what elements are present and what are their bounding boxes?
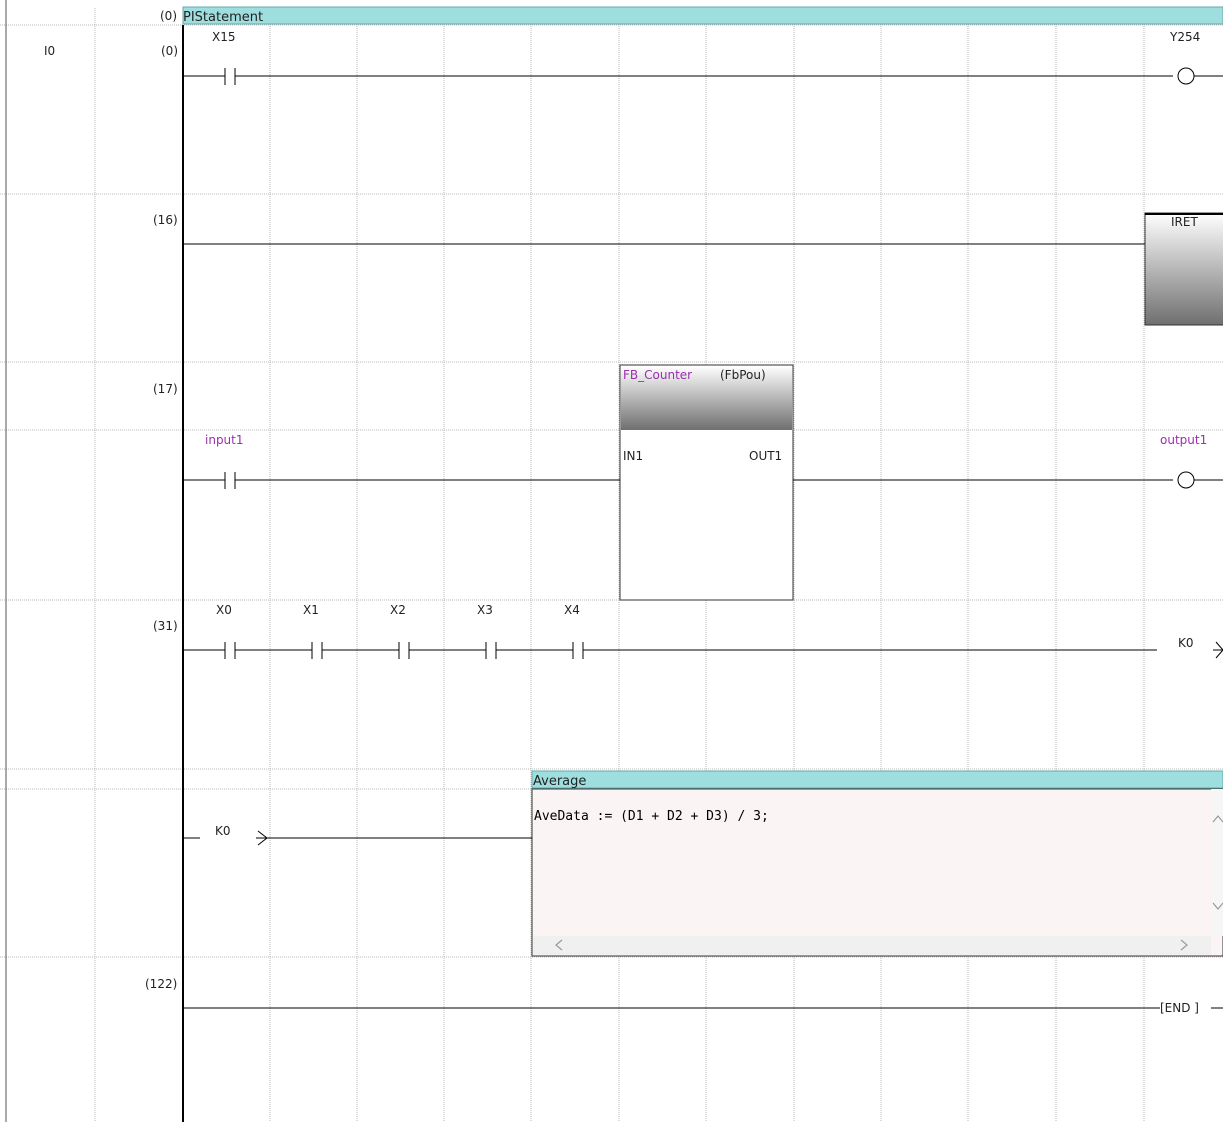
jump-in-arrow[interactable] xyxy=(256,830,532,846)
contact-input1[interactable] xyxy=(183,472,620,489)
st-code-line[interactable]: AveData := (D1 + D2 + D3) / 3; xyxy=(534,809,769,824)
rung-31-contacts: X0 X1 X2 X3 X4 xyxy=(183,603,1157,659)
contact-label-x15: X15 xyxy=(212,30,236,44)
coil-label-y254: Y254 xyxy=(1169,30,1200,44)
step-number-16: (16) xyxy=(153,213,178,227)
st-horizontal-scrollbar[interactable] xyxy=(533,936,1211,955)
coil-label-output1: output1 xyxy=(1160,433,1207,447)
coil-output1[interactable] xyxy=(1177,471,1223,489)
contact-label-x0: X0 xyxy=(216,603,232,617)
contact-x1[interactable]: X1 xyxy=(235,603,323,659)
step-number-122: (122) xyxy=(145,977,177,991)
interrupt-pointer-label: I0 xyxy=(44,44,55,58)
contact-x2[interactable]: X2 xyxy=(322,603,410,659)
st-vertical-scrollbar[interactable] xyxy=(1211,789,1223,936)
fb-instance-name: FB_Counter xyxy=(623,368,692,382)
step-number-0: (0) xyxy=(161,44,178,58)
end-instruction[interactable]: [END ] xyxy=(1160,1001,1199,1015)
iret-instruction[interactable]: IRET xyxy=(1144,212,1223,326)
contact-x0[interactable]: X0 xyxy=(183,603,236,659)
step-number-header: (0) xyxy=(160,9,177,23)
iret-label: IRET xyxy=(1171,215,1198,229)
statement-header-title: PIStatement xyxy=(183,10,263,25)
contact-label-x1: X1 xyxy=(303,603,319,617)
st-inline-block[interactable]: Average AveData := (D1 + D2 + D3) / 3; xyxy=(531,770,1223,957)
step-number-17: (17) xyxy=(153,382,178,396)
coil-y254[interactable] xyxy=(1177,67,1223,85)
statement-header-bar[interactable] xyxy=(182,6,1223,25)
contact-x15[interactable] xyxy=(183,68,1173,85)
fb-output-pin: OUT1 xyxy=(749,449,782,463)
contact-x3[interactable]: X3 xyxy=(409,603,497,659)
fb-input-pin: IN1 xyxy=(623,449,643,463)
st-block-title: Average xyxy=(533,774,586,789)
ladder-editor[interactable]: PIStatement (0) I0 (0) X15 Y254 (16) IRE… xyxy=(0,0,1223,1122)
fb-counter-block[interactable]: FB_Counter (FbPou) IN1 OUT1 xyxy=(619,364,794,601)
jump-out-label: K0 xyxy=(1178,636,1194,650)
contact-label-x3: X3 xyxy=(477,603,493,617)
st-block-title-bar xyxy=(531,770,1223,789)
contact-label-x4: X4 xyxy=(564,603,580,617)
contact-label-input1: input1 xyxy=(205,433,244,447)
step-number-31: (31) xyxy=(153,619,178,633)
jump-out-arrow[interactable] xyxy=(1213,641,1223,659)
contact-label-x2: X2 xyxy=(390,603,406,617)
contact-x4[interactable]: X4 xyxy=(496,603,584,659)
jump-in-label: K0 xyxy=(215,824,231,838)
fb-type-name: (FbPou) xyxy=(720,368,766,382)
